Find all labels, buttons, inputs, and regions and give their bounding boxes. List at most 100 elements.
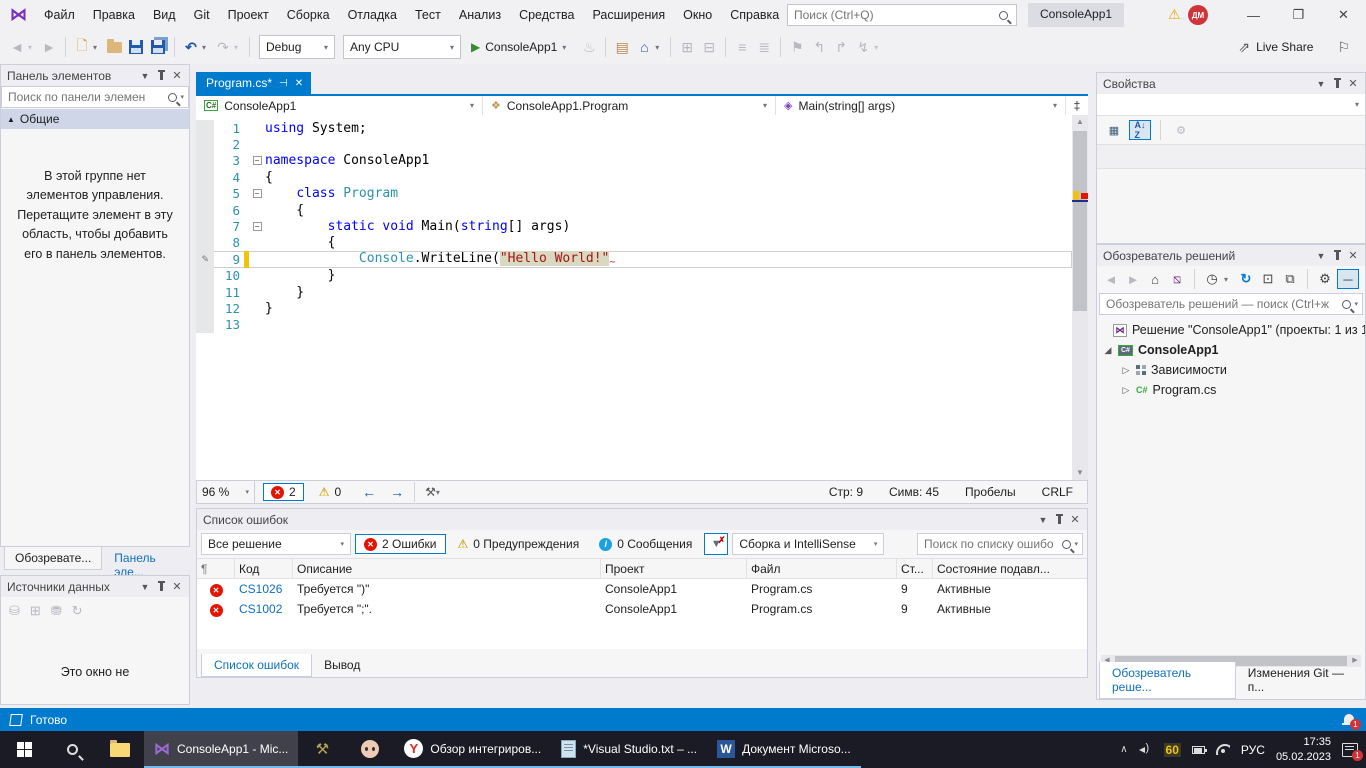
menu-item[interactable]: Вид (144, 4, 185, 26)
task-word[interactable]: W Документ Microso... (707, 731, 861, 768)
close-icon[interactable]: ✕ (1345, 248, 1361, 264)
code-cleanup-dropdown-icon[interactable]: ▾ (436, 488, 446, 497)
code-line[interactable]: 12} (196, 300, 1072, 316)
scope-dropdown[interactable]: Все решение▾ (201, 533, 351, 555)
menu-item[interactable]: Отладка (339, 4, 406, 26)
toolbox-search-box[interactable]: ▾ (1, 86, 189, 108)
nav-member-dropdown[interactable]: ◈ Main(string[] args)▾ (776, 96, 1066, 115)
breakpoint-margin[interactable] (196, 235, 214, 251)
breakpoint-margin[interactable] (196, 317, 214, 333)
task-yandex-browser[interactable]: Y Обзор интегриров... (394, 731, 551, 768)
back-icon[interactable]: ◄ (1101, 269, 1121, 289)
tab-git-changes[interactable]: Изменения Git — п... (1236, 662, 1365, 699)
menu-item[interactable]: Окно (674, 4, 721, 26)
hot-reload-icon[interactable]: ♨ (578, 36, 600, 58)
close-icon[interactable]: ✕ (1067, 512, 1083, 528)
quick-search-input[interactable] (788, 8, 999, 22)
col-severity[interactable]: ¶ (197, 559, 235, 578)
configuration-dropdown[interactable]: Debug▾ (259, 35, 335, 59)
messages-filter-button[interactable]: i 0 Сообщения (591, 535, 700, 553)
navigate-forward-icon[interactable]: ► (38, 36, 60, 58)
editor-warnings-chip[interactable]: ⚠ 0 (312, 484, 348, 500)
code-editor[interactable]: 1using System;23−namespace ConsoleApp14{… (196, 115, 1088, 480)
breakpoint-margin[interactable] (196, 300, 214, 316)
menu-item[interactable]: Анализ (450, 4, 510, 26)
code-cleanup-icon[interactable]: ⚒ (425, 485, 436, 499)
menu-item[interactable]: Справка (721, 4, 788, 26)
col-description[interactable]: Описание (293, 559, 601, 578)
toolbox-group-general[interactable]: ▲ Общие (1, 109, 189, 129)
nav-type-dropdown[interactable]: ❖ ConsoleApp1.Program▾ (483, 96, 776, 115)
task-notepad[interactable]: *Visual Studio.txt – ... (551, 731, 707, 768)
menu-item[interactable]: Правка (84, 4, 144, 26)
refresh-icon[interactable]: ↻ (72, 603, 83, 619)
tree-node-program-cs[interactable]: ▷ C# Program.cs (1097, 380, 1365, 400)
menu-item[interactable]: Расширения (583, 4, 674, 26)
window-position-icon[interactable]: ▼ (1313, 248, 1329, 264)
solution-explorer-header[interactable]: Обозреватель решений ▼ ✕ (1097, 245, 1365, 266)
edit-data-source-icon[interactable]: ⊞ (30, 603, 41, 619)
col-code[interactable]: Код (235, 559, 293, 578)
undo-icon[interactable]: ↶ (180, 36, 202, 58)
window-position-icon[interactable]: ▼ (1035, 512, 1051, 528)
fold-collapse-icon[interactable]: − (249, 222, 265, 232)
file-explorer-button[interactable] (96, 731, 144, 768)
toolbox-header[interactable]: Панель элементов ▼ ✕ (1, 65, 189, 86)
refresh-icon[interactable]: ↻ (1236, 269, 1256, 289)
col-project[interactable]: Проект (601, 559, 747, 578)
scrollbar-thumb[interactable] (1073, 131, 1087, 311)
split-window-icon[interactable]: ‡ (1066, 96, 1088, 115)
language-indicator[interactable]: РУС (1241, 743, 1265, 757)
menu-item[interactable]: Сборка (278, 4, 339, 26)
tab-output[interactable]: Вывод (312, 654, 372, 677)
configure-data-source-icon[interactable]: ⛃ (51, 603, 62, 619)
code-line[interactable]: 10 } (196, 268, 1072, 284)
pin-icon[interactable] (1329, 76, 1345, 92)
close-icon[interactable]: ✕ (295, 78, 303, 89)
undo-dropdown-icon[interactable]: ▾ (202, 43, 212, 52)
error-row[interactable]: ✕CS1002Требуется ";".ConsoleApp1Program.… (197, 599, 1087, 619)
volume-icon[interactable] (1139, 744, 1153, 756)
add-data-source-icon[interactable]: ⛁ (9, 603, 20, 619)
window-position-icon[interactable]: ▼ (137, 579, 153, 595)
errors-filter-button[interactable]: ✕ 2 Ошибки (355, 534, 446, 554)
live-share-label[interactable]: Live Share (1256, 40, 1313, 54)
code-line[interactable]: 6 { (196, 202, 1072, 218)
show-all-files-icon[interactable]: ─ (1337, 269, 1359, 289)
quick-search-box[interactable] (787, 4, 1017, 26)
collapsed-icon[interactable]: ▷ (1121, 385, 1131, 396)
action-center-icon[interactable]: 1 (1342, 743, 1358, 757)
close-icon[interactable]: ✕ (169, 579, 185, 595)
tab-program-cs[interactable]: Program.cs* ⊣ ✕ (196, 72, 311, 94)
code-line[interactable]: 7− static void Main(string[] args) (196, 218, 1072, 234)
switch-views-icon[interactable]: ⧅ (1167, 269, 1187, 289)
pin-icon[interactable] (153, 579, 169, 595)
categorized-icon[interactable]: ▦ (1103, 120, 1125, 140)
status-eol[interactable]: CRLF (1042, 485, 1073, 499)
comment-icon[interactable]: ⊞ (676, 36, 698, 58)
collapsed-icon[interactable]: ▷ (1121, 365, 1131, 376)
code-line[interactable]: 1using System; (196, 120, 1072, 136)
col-file[interactable]: Файл (747, 559, 897, 578)
zoom-dropdown[interactable]: 96 %▾ (197, 481, 255, 503)
tab-solution-explorer[interactable]: Обозреватель реше... (1099, 662, 1236, 699)
platform-dropdown[interactable]: Any CPU▾ (343, 35, 461, 59)
task-tools-app[interactable]: ⚒ (298, 731, 346, 768)
start-button[interactable] (0, 731, 48, 768)
properties-object-dropdown[interactable]: ▾ (1097, 94, 1365, 116)
task-visual-studio[interactable]: ⋈ ConsoleApp1 - Mic... (144, 731, 298, 768)
close-button[interactable]: ✕ (1321, 0, 1366, 30)
clear-bookmarks-icon[interactable]: ↯ (852, 36, 874, 58)
pin-icon[interactable] (1051, 512, 1067, 528)
code-line[interactable]: 8 { (196, 235, 1072, 251)
code-line[interactable]: 13 (196, 317, 1072, 333)
tray-expand-icon[interactable]: ∧ (1120, 744, 1127, 755)
col-line[interactable]: Ст... (897, 559, 933, 578)
find-in-files-icon[interactable]: ▤ (611, 36, 633, 58)
breakpoint-margin[interactable] (196, 186, 214, 202)
save-all-icon[interactable] (147, 36, 169, 58)
navigate-back-icon[interactable]: ◄ (6, 36, 28, 58)
pin-icon[interactable] (1329, 248, 1345, 264)
menu-item[interactable]: Тест (406, 4, 450, 26)
taskbar-search-button[interactable] (48, 731, 96, 768)
